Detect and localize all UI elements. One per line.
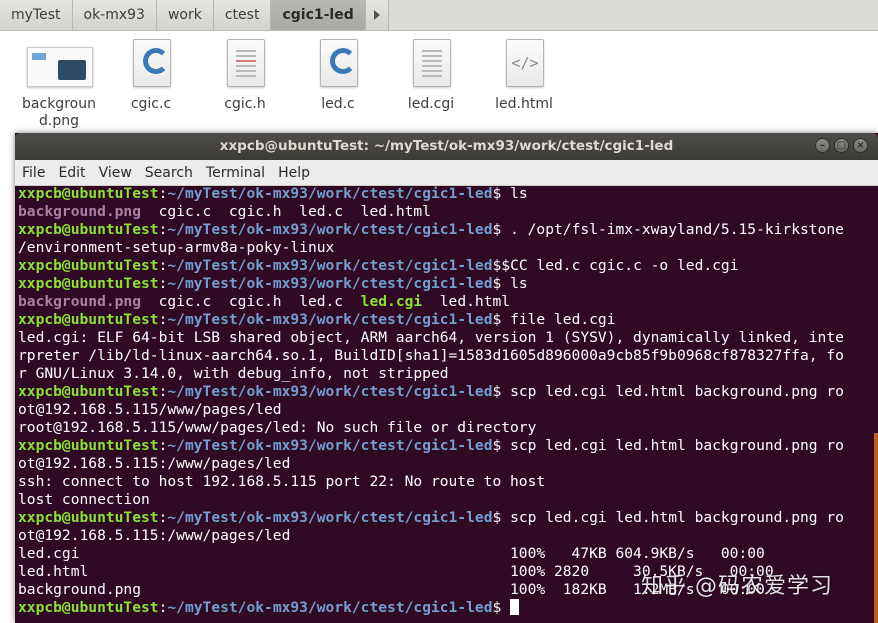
terminal-output[interactable]: xxpcb@ubuntuTest:~/myTest/ok-mx93/work/c… — [15, 185, 873, 623]
breadcrumb-forward-arrow-icon[interactable] — [365, 0, 389, 30]
wrapped-command: ot@192.168.5.115:/www/pages/led — [18, 527, 291, 544]
prompt-line: xxpcb@ubuntuTest:~/myTest/ok-mx93/work/c… — [18, 509, 844, 526]
file-item-cgic-c[interactable]: cgic.c — [105, 39, 197, 113]
ls-output: background.png cgic.c cgic.h led.c led.c… — [18, 293, 511, 310]
image-thumbnail-icon — [27, 47, 93, 87]
minimize-icon[interactable]: – — [815, 138, 830, 153]
file-name: led.html — [495, 96, 553, 112]
scp-error: lost connection — [18, 491, 150, 508]
menu-view[interactable]: View — [92, 165, 138, 181]
breadcrumb-item[interactable]: work — [156, 0, 214, 30]
breadcrumb-item[interactable]: ctest — [213, 0, 272, 30]
ls-output: background.png cgic.c cgic.h led.c led.h… — [18, 203, 431, 220]
transfer-progress: led.cgi 100% 47KB 604.9KB/s 00:00 — [18, 545, 765, 562]
scp-error: ssh: connect to host 192.168.5.115 port … — [18, 473, 546, 490]
text-cursor — [510, 599, 520, 615]
c-source-icon — [133, 39, 171, 87]
menu-edit[interactable]: Edit — [51, 165, 91, 181]
menu-search[interactable]: Search — [138, 165, 199, 181]
menu-file[interactable]: File — [15, 165, 51, 181]
wrapped-command: ot@192.168.5.115:/www/pages/led — [18, 455, 291, 472]
menu-help[interactable]: Help — [271, 165, 316, 181]
file-item-led-html[interactable]: </> led.html — [478, 39, 570, 113]
c-source-icon — [320, 39, 358, 87]
scroll-indicator[interactable] — [874, 433, 878, 623]
close-icon[interactable]: × — [853, 138, 868, 153]
scp-error: root@192.168.5.115/www/pages/led: No suc… — [18, 419, 537, 436]
file-output: r GNU/Linux 3.14.0, with debug_info, not… — [18, 365, 449, 382]
prompt-line: xxpcb@ubuntuTest:~/myTest/ok-mx93/work/c… — [18, 311, 616, 328]
prompt-line: xxpcb@ubuntuTest:~/myTest/ok-mx93/work/c… — [18, 221, 844, 238]
breadcrumb-item-current[interactable]: cgic1-led — [271, 0, 366, 30]
terminal-window[interactable]: xxpcb@ubuntuTest: ~/myTest/ok-mx93/work/… — [15, 133, 878, 623]
wrapped-command: /environment-setup-armv8a-poky-linux — [18, 239, 335, 256]
prompt-line: xxpcb@ubuntuTest:~/myTest/ok-mx93/work/c… — [18, 275, 528, 292]
menu-terminal[interactable]: Terminal — [199, 165, 271, 181]
file-name: led.c — [321, 96, 355, 112]
prompt-line: xxpcb@ubuntuTest:~/myTest/ok-mx93/work/c… — [18, 437, 844, 454]
terminal-menubar: File Edit View Search Terminal Help — [15, 160, 878, 186]
breadcrumb-item[interactable]: myTest — [0, 0, 73, 30]
file-name: led.cgi — [407, 96, 455, 112]
maximize-icon[interactable]: □ — [834, 138, 849, 153]
file-item-background-png[interactable]: backgroun d.png — [13, 39, 105, 130]
file-item-cgic-h[interactable]: cgic.h — [199, 39, 291, 113]
watermark: 知乎 @码农爱学习 — [641, 574, 833, 599]
breadcrumb-item[interactable]: ok-mx93 — [72, 0, 157, 30]
window-title: xxpcb@ubuntuTest: ~/myTest/ok-mx93/work/… — [219, 138, 674, 154]
file-item-led-c[interactable]: led.c — [292, 39, 384, 113]
file-item-led-cgi[interactable]: led.cgi — [385, 39, 477, 113]
file-name: cgic.c — [130, 96, 172, 112]
prompt-line: xxpcb@ubuntuTest:~/myTest/ok-mx93/work/c… — [18, 599, 873, 617]
terminal-titlebar[interactable]: xxpcb@ubuntuTest: ~/myTest/ok-mx93/work/… — [15, 133, 878, 160]
c-header-icon — [227, 39, 265, 87]
file-output: rpreter /lib/ld-linux-aarch64.so.1, Buil… — [18, 347, 844, 364]
prompt-line: xxpcb@ubuntuTest:~/myTest/ok-mx93/work/c… — [18, 185, 528, 202]
prompt-line: xxpcb@ubuntuTest:~/myTest/ok-mx93/work/c… — [18, 257, 739, 274]
prompt-line: xxpcb@ubuntuTest:~/myTest/ok-mx93/work/c… — [18, 383, 844, 400]
file-name: cgic.h — [224, 96, 266, 112]
html-file-icon: </> — [506, 39, 544, 87]
file-name: backgroun d.png — [22, 96, 96, 129]
wrapped-command: ot@192.168.5.115/www/pages/led — [18, 401, 282, 418]
text-file-icon — [413, 39, 451, 87]
file-grid: backgroun d.png cgic.c cgic.h led.c led.… — [0, 31, 878, 131]
file-output: led.cgi: ELF 64-bit LSB shared object, A… — [18, 329, 844, 346]
breadcrumb: myTest ok-mx93 work ctest cgic1-led — [0, 0, 878, 31]
